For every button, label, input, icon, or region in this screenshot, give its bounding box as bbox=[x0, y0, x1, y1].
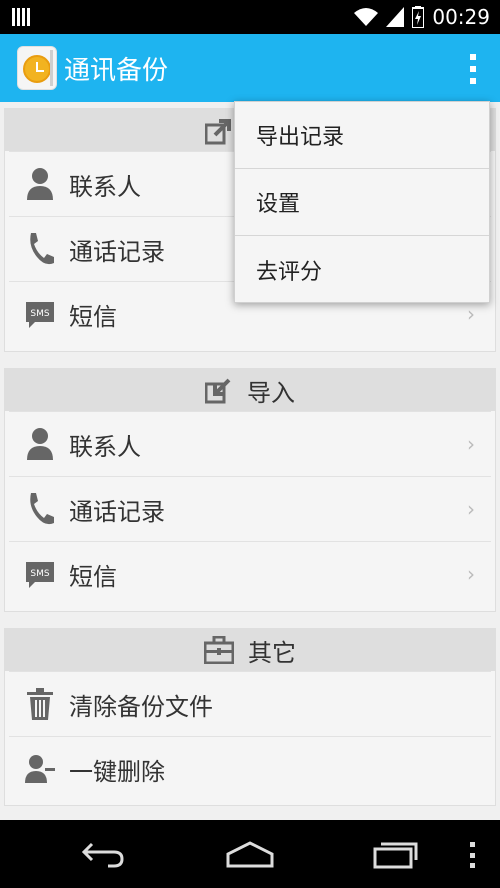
row-label: 一键删除 bbox=[69, 757, 165, 786]
row-label: 联系人 bbox=[69, 172, 141, 201]
svg-text:SMS: SMS bbox=[30, 569, 49, 579]
clock-icon bbox=[23, 55, 51, 83]
navigation-bar bbox=[0, 820, 500, 888]
import-section-title: 导入 bbox=[247, 378, 295, 407]
row-label: 通话记录 bbox=[69, 237, 165, 266]
battery-icon bbox=[412, 6, 425, 28]
other-card-header: 其它 bbox=[5, 629, 495, 671]
sms-icon: SMS bbox=[26, 302, 54, 328]
other-section-title: 其它 bbox=[248, 638, 296, 667]
row-label: 短信 bbox=[69, 562, 117, 591]
toolbox-icon bbox=[204, 636, 234, 664]
action-bar: 通讯备份 bbox=[0, 34, 500, 102]
sms-icon: SMS bbox=[26, 562, 54, 588]
other-card: 其它 清除备份文件 一键删除 bbox=[4, 628, 496, 806]
row-label: 清除备份文件 bbox=[69, 692, 213, 721]
clear-backup-row[interactable]: 清除备份文件 bbox=[9, 671, 491, 736]
import-card: 导入 联系人 › 通话记录 › SMS 短信 › bbox=[4, 368, 496, 612]
status-bar: 00:29 bbox=[0, 0, 500, 34]
phone-icon bbox=[30, 233, 54, 265]
chevron-right-icon: › bbox=[467, 432, 475, 456]
import-sms-row[interactable]: SMS 短信 › bbox=[9, 541, 491, 606]
status-time: 00:29 bbox=[432, 5, 490, 29]
row-label: 短信 bbox=[69, 302, 117, 331]
wifi-icon bbox=[354, 8, 379, 26]
export-icon bbox=[205, 119, 231, 145]
overflow-menu-button[interactable] bbox=[468, 54, 478, 84]
notification-icon bbox=[12, 8, 30, 26]
recent-apps-icon[interactable] bbox=[372, 840, 420, 870]
import-icon bbox=[205, 378, 231, 404]
menu-item-settings[interactable]: 设置 bbox=[235, 169, 489, 236]
chevron-right-icon: › bbox=[467, 497, 475, 521]
row-label: 联系人 bbox=[69, 432, 141, 461]
home-icon[interactable] bbox=[225, 840, 275, 870]
row-label: 通话记录 bbox=[69, 497, 165, 526]
import-calllog-row[interactable]: 通话记录 › bbox=[9, 476, 491, 541]
chevron-right-icon: › bbox=[467, 562, 475, 586]
remove-contact-icon bbox=[25, 755, 55, 783]
trash-icon bbox=[27, 688, 53, 720]
menu-item-export-records[interactable]: 导出记录 bbox=[235, 102, 489, 169]
person-icon bbox=[27, 168, 53, 200]
person-icon bbox=[27, 428, 53, 460]
signal-icon bbox=[386, 7, 405, 27]
menu-item-rate[interactable]: 去评分 bbox=[235, 236, 489, 303]
app-icon bbox=[17, 46, 57, 90]
chevron-right-icon: › bbox=[467, 302, 475, 326]
import-card-header: 导入 bbox=[5, 369, 495, 411]
nav-overflow-icon[interactable] bbox=[470, 842, 476, 868]
app-title: 通讯备份 bbox=[64, 56, 169, 86]
back-icon[interactable] bbox=[80, 840, 126, 870]
import-contacts-row[interactable]: 联系人 › bbox=[9, 411, 491, 476]
delete-all-row[interactable]: 一键删除 bbox=[9, 736, 491, 801]
overflow-menu: 导出记录 设置 去评分 bbox=[234, 101, 490, 303]
phone-icon bbox=[30, 493, 54, 525]
svg-text:SMS: SMS bbox=[30, 309, 49, 319]
